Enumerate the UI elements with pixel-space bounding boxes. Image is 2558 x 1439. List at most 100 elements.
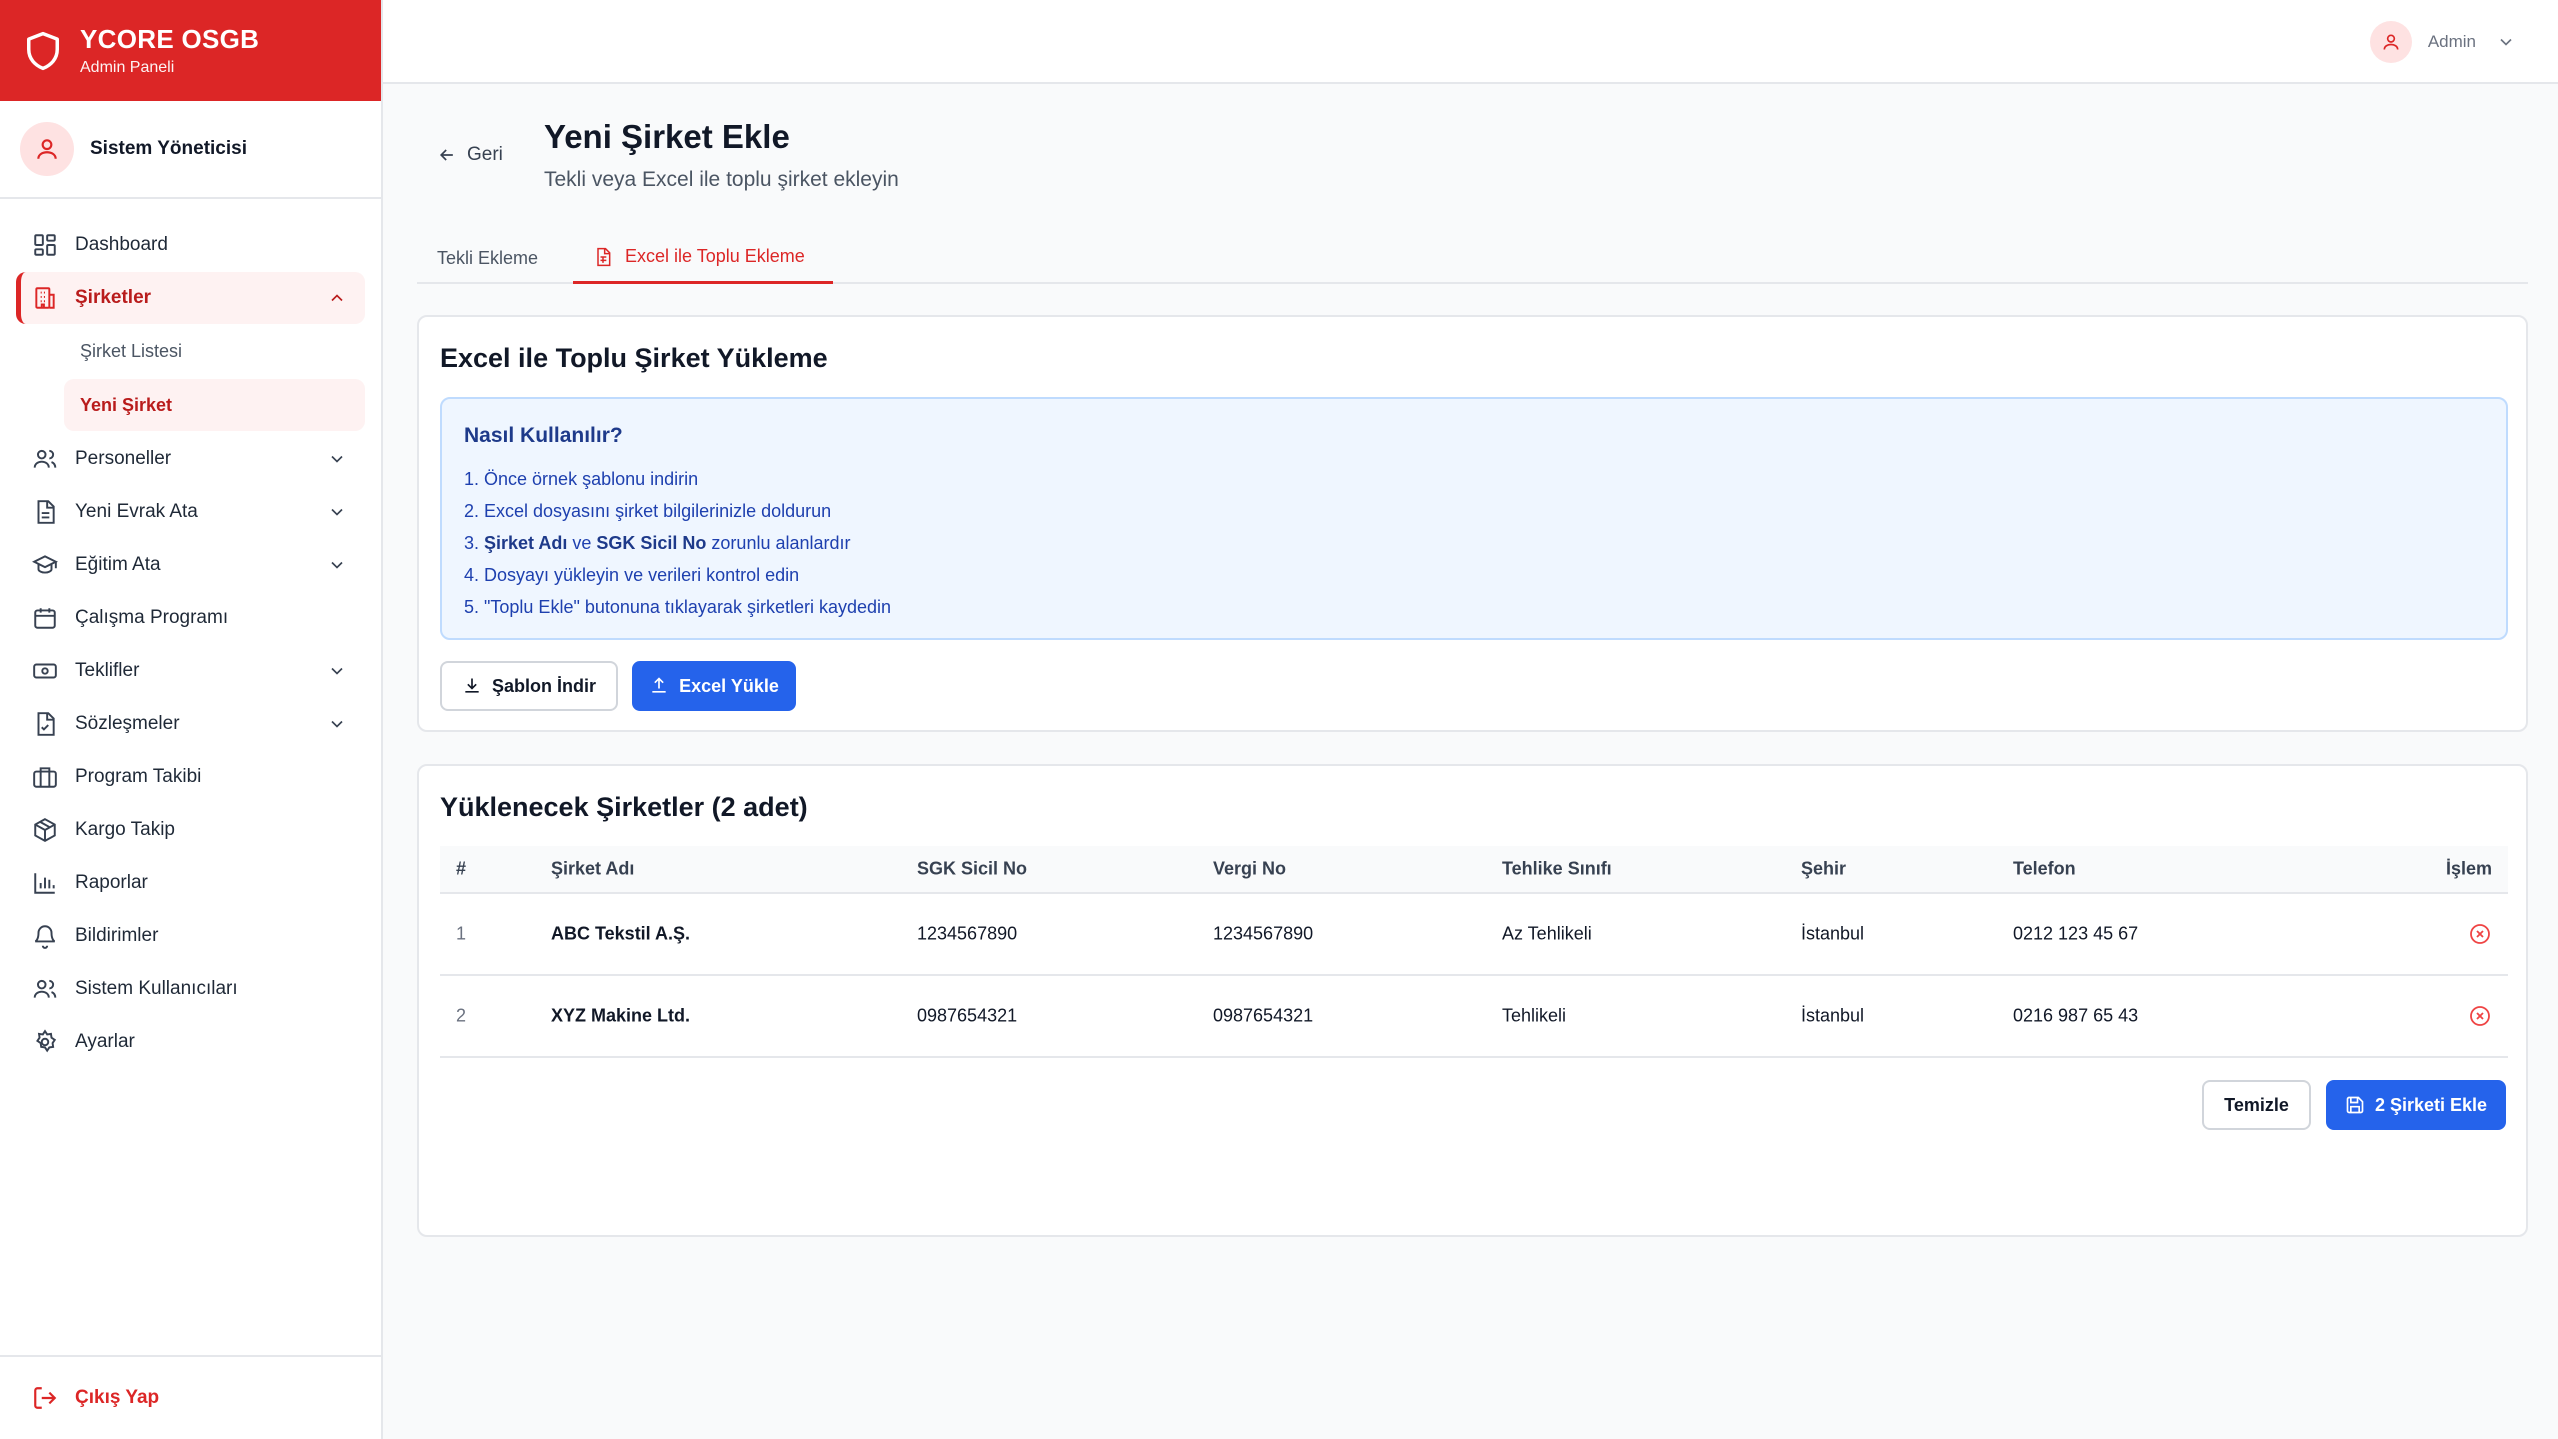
sidebar-subitem-sirket-listesi[interactable]: Şirket Listesi bbox=[64, 325, 365, 377]
tab-excel-toplu-ekleme[interactable]: Excel ile Toplu Ekleme bbox=[573, 232, 833, 284]
row-index: 1 bbox=[456, 923, 467, 944]
topbar: Admin bbox=[383, 0, 2558, 84]
column-header: SGK Sicil No bbox=[917, 858, 1028, 879]
user-icon bbox=[2383, 34, 2399, 50]
howto-step: 2. Excel dosyasını şirket bilgilerinizle… bbox=[464, 501, 832, 521]
sidebar-item-ayarlar[interactable]: Ayarlar bbox=[16, 1016, 365, 1068]
hazard-class: Tehlikeli bbox=[1502, 1005, 1567, 1026]
column-header: Şirket Adı bbox=[551, 858, 635, 879]
sidebar-nav: Dashboard Şirketler Şirket Listesi Yeni … bbox=[0, 199, 381, 1068]
back-button[interactable]: Geri bbox=[437, 144, 503, 166]
sgk-no: 0987654321 bbox=[917, 1005, 1018, 1026]
sidebar-item-label: Kargo Takip bbox=[75, 819, 175, 840]
howto-step: 1. Önce örnek şablonu indirin bbox=[464, 469, 699, 489]
tab-label: Excel ile Toplu Ekleme bbox=[625, 246, 805, 266]
howto-step: 3. Şirket Adı ve SGK Sicil No zorunlu al… bbox=[464, 527, 891, 559]
sidebar-item-label: Dashboard bbox=[75, 234, 168, 255]
column-header: Şehir bbox=[1801, 858, 1847, 879]
button-label: Şablon İndir bbox=[491, 675, 596, 696]
column-header: İşlem bbox=[2445, 858, 2492, 879]
calendar-icon bbox=[34, 608, 56, 629]
excel-upload-card: Excel ile Toplu Şirket Yükleme Nasıl Kul… bbox=[417, 315, 2528, 732]
chevron-down-icon bbox=[331, 455, 343, 463]
step-text: ve bbox=[567, 533, 597, 553]
clear-button[interactable]: Temizle bbox=[2202, 1080, 2311, 1130]
sidebar-item-calisma-programi[interactable]: Çalışma Programı bbox=[16, 592, 365, 644]
tax-no: 0987654321 bbox=[1213, 1005, 1314, 1026]
download-template-button[interactable]: Şablon İndir bbox=[440, 661, 618, 711]
building-icon bbox=[35, 287, 55, 309]
page-subtitle: Tekli veya Excel ile toplu şirket ekleyi… bbox=[544, 168, 899, 191]
table-row: 2 XYZ Makine Ltd. 0987654321 0987654321 … bbox=[440, 976, 2508, 1058]
money-icon bbox=[33, 663, 57, 679]
users-icon bbox=[33, 449, 57, 468]
brand-title: YCORE OSGB bbox=[80, 24, 260, 54]
user-name: Sistem Yöneticisi bbox=[90, 138, 247, 159]
sidebar-item-bildirimler[interactable]: Bildirimler bbox=[16, 910, 365, 962]
sidebar-item-program-takibi[interactable]: Program Takibi bbox=[16, 751, 365, 803]
remove-row-button[interactable] bbox=[2468, 1004, 2492, 1028]
avatar bbox=[2369, 21, 2412, 63]
arrow-left-icon bbox=[439, 149, 453, 161]
column-header: Telefon bbox=[2013, 858, 2076, 879]
gear-icon bbox=[36, 1029, 57, 1053]
bulk-add-button[interactable]: 2 Şirketi Ekle bbox=[2326, 1080, 2506, 1130]
sidebar-item-personeller[interactable]: Personeller bbox=[16, 433, 365, 485]
logout-button[interactable]: Çıkış Yap bbox=[0, 1355, 381, 1439]
sidebar-item-yeni-evrak-ata[interactable]: Yeni Evrak Ata bbox=[16, 486, 365, 538]
user-box: Sistem Yöneticisi bbox=[0, 101, 381, 199]
sidebar-item-sistem-kullanicilari[interactable]: Sistem Kullanıcıları bbox=[16, 963, 365, 1015]
sidebar-item-egitim-ata[interactable]: Eğitim Ata bbox=[16, 539, 365, 591]
chevron-down-icon bbox=[2500, 38, 2512, 46]
sidebar-item-dashboard[interactable]: Dashboard bbox=[16, 219, 365, 271]
table-row: 1 ABC Tekstil A.Ş. 1234567890 1234567890… bbox=[440, 894, 2508, 976]
sidebar-item-label: Bildirimler bbox=[75, 925, 159, 946]
page-header: Geri Yeni Şirket Ekle Tekli veya Excel i… bbox=[417, 84, 2528, 194]
bar-chart-icon bbox=[34, 873, 55, 894]
column-header: # bbox=[456, 858, 467, 879]
graduation-cap-icon bbox=[32, 555, 58, 574]
button-label: Temizle bbox=[2224, 1094, 2289, 1115]
remove-row-button[interactable] bbox=[2468, 922, 2492, 946]
sidebar-item-teklifler[interactable]: Teklifler bbox=[16, 645, 365, 697]
save-icon bbox=[2346, 1096, 2364, 1114]
tax-no: 1234567890 bbox=[1213, 923, 1314, 944]
briefcase-icon bbox=[33, 767, 57, 788]
city: İstanbul bbox=[1801, 923, 1865, 944]
back-label: Geri bbox=[467, 144, 503, 165]
logout-icon bbox=[34, 1387, 57, 1409]
user-menu[interactable]: Admin bbox=[2369, 21, 2516, 63]
howto-box: Nasıl Kullanılır? 1. Önce örnek şablonu … bbox=[440, 397, 2508, 640]
sidebar-item-label: Sistem Kullanıcıları bbox=[75, 978, 238, 999]
sidebar-item-sozlesmeler[interactable]: Sözleşmeler bbox=[16, 698, 365, 750]
tab-label: Tekli Ekleme bbox=[437, 247, 539, 268]
shield-icon bbox=[27, 31, 59, 70]
contract-icon bbox=[37, 712, 55, 736]
chevron-down-icon bbox=[331, 667, 343, 675]
sidebar-subitem-yeni-sirket[interactable]: Yeni Şirket bbox=[64, 379, 365, 431]
user-menu-label: Admin bbox=[2427, 32, 2476, 51]
column-header: Vergi No bbox=[1213, 858, 1287, 879]
page-title: Yeni Şirket Ekle bbox=[544, 118, 790, 155]
sidebar-item-label: Şirketler bbox=[75, 287, 152, 308]
step-bold-text: Şirket Adı bbox=[484, 533, 568, 553]
sidebar-item-label: Sözleşmeler bbox=[75, 713, 180, 734]
phone: 0212 123 45 67 bbox=[2013, 923, 2139, 944]
tab-tekli-ekleme[interactable]: Tekli Ekleme bbox=[417, 232, 558, 284]
main-content: Geri Yeni Şirket Ekle Tekli veya Excel i… bbox=[417, 84, 2528, 1237]
logout-label: Çıkış Yap bbox=[75, 1387, 160, 1408]
upload-excel-button[interactable]: Excel Yükle bbox=[632, 661, 796, 711]
sidebar-item-raporlar[interactable]: Raporlar bbox=[16, 857, 365, 909]
avatar bbox=[20, 122, 74, 176]
preview-card-title: Yüklenecek Şirketler (2 adet) bbox=[440, 792, 808, 822]
sidebar-item-sirketler[interactable]: Şirketler bbox=[16, 272, 365, 324]
chevron-down-icon bbox=[331, 561, 343, 569]
sidebar-item-kargo-takip[interactable]: Kargo Takip bbox=[16, 804, 365, 856]
package-icon bbox=[34, 818, 56, 842]
chevron-down-icon bbox=[331, 508, 343, 516]
document-icon bbox=[37, 500, 55, 524]
sidebar-item-label: Çalışma Programı bbox=[75, 607, 229, 628]
company-name: ABC Tekstil A.Ş. bbox=[551, 923, 691, 944]
howto-step: 5. "Toplu Ekle" butonuna tıklayarak şirk… bbox=[464, 597, 892, 617]
brand-subtitle: Admin Paneli bbox=[80, 59, 175, 76]
